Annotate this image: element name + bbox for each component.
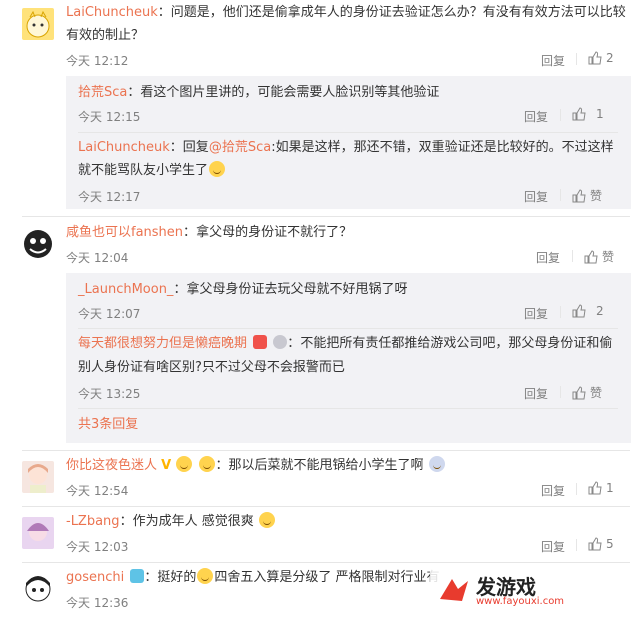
fayouxi-logo-icon (440, 579, 468, 601)
reply-button[interactable]: 回复 (524, 108, 548, 125)
vip-v-icon: V (161, 458, 172, 473)
reply-body-cont: 就不能骂队友小学生了 (78, 160, 226, 182)
thumbs-up-icon (572, 107, 586, 121)
divider (560, 386, 561, 398)
comment-username[interactable]: LaiChuncheuk (66, 5, 158, 20)
divider (576, 483, 577, 495)
like-button[interactable]: 2 (572, 304, 604, 318)
like-button[interactable]: 1 (572, 107, 604, 121)
avatar[interactable] (22, 228, 54, 260)
anime-avatar-icon (27, 523, 49, 541)
grin-emoji-icon (197, 568, 214, 584)
divider (22, 562, 630, 563)
comment-time: 今天 12:54 (66, 484, 129, 498)
reply-button[interactable]: 回复 (541, 538, 565, 555)
comment-body: 咸鱼也可以fanshen：拿父母的身份证不就行了？ (66, 225, 353, 240)
thumbs-up-icon (588, 481, 602, 495)
grin-emoji-icon (209, 161, 226, 177)
divider (78, 132, 618, 133)
comment-body: -LZbang：作为成年人 感觉很爽 (66, 511, 276, 533)
skull-avatar-icon (24, 230, 52, 258)
avatar[interactable] (22, 461, 54, 493)
avatar[interactable] (22, 573, 54, 605)
thumbs-up-icon (572, 304, 586, 318)
thumbs-up-icon (584, 249, 598, 263)
comment-time: 今天 12:03 (66, 540, 129, 554)
thumbs-up-icon (588, 51, 602, 65)
reply-time: 今天 12:17 (78, 190, 141, 204)
reply-time: 今天 12:07 (78, 307, 141, 321)
like-button[interactable]: 1 (588, 481, 614, 495)
comment-body: 你比这夜色迷人 V ：那以后菜就不能甩锅给小学生了啊 (66, 455, 446, 477)
thumbs-up-icon (572, 188, 586, 202)
divider (22, 506, 630, 507)
like-button[interactable]: 赞 (572, 384, 602, 401)
divider (22, 216, 630, 217)
vip-badge-icon (253, 335, 268, 349)
like-button[interactable]: 赞 (584, 248, 614, 265)
reply-button[interactable]: 回复 (524, 305, 548, 322)
divider (22, 450, 630, 451)
reply-button[interactable]: 回复 (541, 52, 565, 69)
reply-username[interactable]: 每天都很想努力但是懒癌晚期 (78, 336, 247, 351)
reply-username[interactable]: _LaunchMoon_ (78, 282, 173, 297)
avatar[interactable] (22, 517, 54, 549)
comment-username[interactable]: 咸鱼也可以fanshen (66, 225, 183, 240)
like-button[interactable]: 赞 (572, 187, 602, 204)
comment-username[interactable]: 你比这夜色迷人 (66, 458, 157, 473)
reply-button[interactable]: 回复 (524, 385, 548, 402)
divider (560, 306, 561, 318)
thumbs-up-icon (572, 385, 586, 399)
divider (560, 109, 561, 121)
reply-button[interactable]: 回复 (524, 188, 548, 205)
anime-avatar-icon (25, 576, 51, 602)
divider (576, 53, 577, 65)
reply-body: _LaunchMoon_：拿父母身份证去玩父母就不好甩锅了呀 (78, 282, 408, 297)
comment-username[interactable]: gosenchi (66, 570, 124, 585)
comment-username[interactable]: -LZbang (66, 514, 120, 529)
reply-username[interactable]: LaiChuncheuk (78, 140, 170, 155)
cry-emoji-icon (428, 456, 445, 472)
reply-time: 今天 13:25 (78, 387, 141, 401)
reply-body-cont: 别人身份证有啥区别?只不过父母不会报警而已 (78, 360, 345, 375)
sunglasses-emoji-icon (198, 456, 215, 472)
camera-badge-icon (130, 569, 145, 583)
reply-body: 拾荒Sca：看这个图片里讲的，可能会需要人脸识别等其他验证 (78, 85, 440, 100)
watermark: 发游戏 www.fayouxi.com (430, 569, 630, 611)
reply-button[interactable]: 回复 (536, 249, 560, 266)
grin-emoji-icon (258, 512, 275, 528)
divider (572, 250, 573, 262)
comment-body-cont: 有效的制止？ (66, 28, 145, 43)
divider (78, 408, 618, 409)
comment-body: gosenchi ：挺好的 四舍五入算是分级了 严格限制对行业有 (66, 568, 440, 585)
more-replies-link[interactable]: 共3条回复 (78, 414, 138, 436)
comment-time: 今天 12:36 (66, 596, 129, 610)
comment-body: LaiChuncheuk：问题是，他们还是偷拿成年人的身份证去验证怎么办？有没有… (66, 5, 626, 20)
divider (560, 189, 561, 201)
avatar[interactable] (22, 8, 54, 40)
cat-avatar-icon (26, 10, 50, 38)
comment-time: 今天 12:12 (66, 54, 129, 68)
like-button[interactable]: 5 (588, 537, 614, 551)
reply-body: 每天都很想努力但是懒癌晚期 ：不能把所有责任都推给游戏公司吧，那父母身份证和偷 (78, 335, 613, 351)
reply-body: LaiChuncheuk：回复@拾荒Sca:如果是这样，那还不错，双重验证还是比… (78, 140, 614, 155)
mention-link[interactable]: @拾荒Sca (209, 140, 271, 155)
reply-time: 今天 12:15 (78, 110, 141, 124)
divider (576, 539, 577, 551)
divider (78, 328, 618, 329)
anime-avatar-icon (28, 464, 48, 493)
thumbs-up-icon (588, 537, 602, 551)
medal-badge-icon (273, 335, 288, 349)
reply-username[interactable]: 拾荒Sca (78, 85, 127, 100)
like-button[interactable]: 2 (588, 51, 614, 65)
reply-button[interactable]: 回复 (541, 482, 565, 499)
comment-time: 今天 12:04 (66, 251, 129, 265)
star-eyes-emoji-icon (176, 456, 193, 472)
